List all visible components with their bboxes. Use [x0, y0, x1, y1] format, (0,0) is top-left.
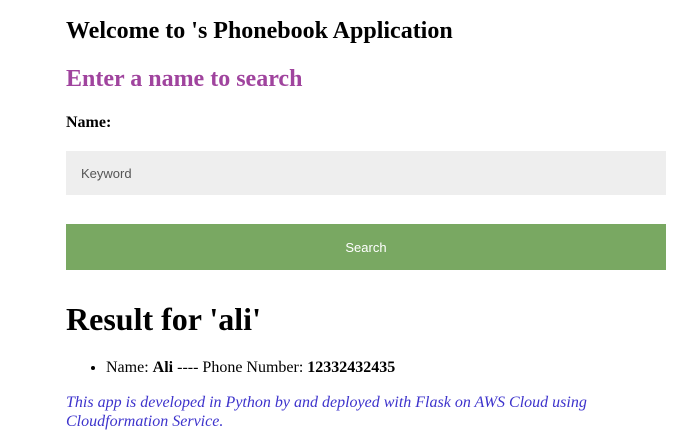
name-label: Name: — [66, 114, 112, 131]
search-button[interactable]: Search — [66, 224, 666, 270]
result-separator: ---- Phone Number: — [173, 359, 308, 376]
footer-note: This app is developed in Python by and d… — [66, 394, 587, 430]
page-title: Welcome to 's Phonebook Application — [66, 18, 453, 44]
result-name-prefix: Name: — [106, 359, 153, 376]
result-heading: Result for 'ali' — [66, 301, 261, 337]
list-item: Name: Ali ---- Phone Number: 12332432435 — [106, 358, 395, 378]
result-name: Ali — [152, 359, 174, 376]
result-list: Name: Ali ---- Phone Number: 12332432435 — [66, 358, 395, 378]
keyword-input[interactable] — [66, 151, 666, 195]
result-phone: 12332432435 — [307, 359, 396, 376]
search-subtitle: Enter a name to search — [66, 66, 303, 92]
